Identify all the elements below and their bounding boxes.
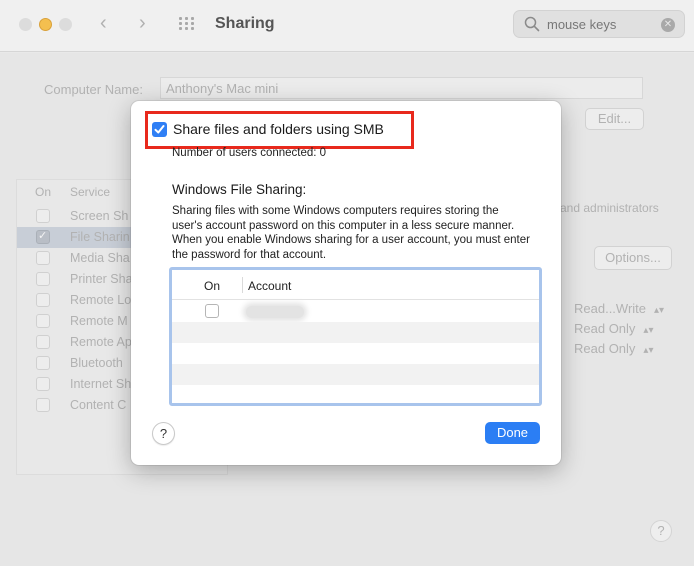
options-button[interactable]: Options... [594, 246, 672, 270]
back-arrow-icon[interactable]: ‹ [100, 12, 107, 35]
service-checkbox[interactable] [36, 272, 50, 286]
service-checkbox[interactable] [36, 356, 50, 370]
done-button[interactable]: Done [485, 422, 540, 444]
windows-file-sharing-description: Sharing files with some Windows computer… [172, 205, 530, 261]
windows-accounts-table[interactable]: On Account [169, 267, 542, 406]
smb-options-sheet: Share files and folders using SMB Number… [131, 101, 561, 465]
empty-table-row [172, 322, 539, 343]
minimize-window-button[interactable] [39, 18, 52, 31]
service-label: Remote Lo [70, 293, 132, 307]
service-checkbox[interactable] [36, 398, 50, 412]
permission-popup[interactable]: Read...Write ▴▾ [574, 301, 664, 316]
show-all-grid-icon[interactable] [179, 17, 197, 31]
service-label: Remote Ap [70, 335, 132, 349]
title-bar: ‹ › Sharing mouse keys ✕ [0, 0, 694, 52]
service-label: Content C [70, 398, 127, 412]
smb-share-checkbox[interactable] [152, 122, 167, 137]
background-help-button[interactable]: ? [650, 520, 672, 542]
service-checkbox[interactable] [36, 314, 50, 328]
service-label: File Sharin [70, 230, 130, 244]
service-label: Remote M [70, 314, 128, 328]
permission-label: Read...Write [574, 301, 647, 316]
service-checkbox[interactable] [36, 335, 50, 349]
window-title: Sharing [215, 15, 275, 32]
account-enable-checkbox[interactable] [205, 304, 219, 318]
admin-permission-text: and administrators [560, 201, 659, 215]
permission-label: Read Only [574, 341, 636, 356]
windows-file-sharing-title: Windows File Sharing: [172, 182, 307, 197]
service-col-on: On [35, 185, 52, 199]
close-window-button[interactable] [19, 18, 32, 31]
empty-table-row [172, 385, 539, 403]
service-col-service: Service [70, 185, 111, 199]
checkmark-icon [154, 125, 165, 134]
search-field[interactable]: mouse keys ✕ [513, 10, 685, 38]
empty-table-row [172, 364, 539, 385]
permission-label: Read Only [574, 321, 636, 336]
permission-popup[interactable]: Read Only ▴▾ [574, 321, 653, 336]
popup-arrows-icon: ▴▾ [643, 345, 654, 356]
service-checkbox[interactable] [36, 293, 50, 307]
accounts-col-on: On [204, 279, 221, 293]
smb-share-label: Share files and folders using SMB [173, 121, 384, 137]
zoom-window-button[interactable] [59, 18, 72, 31]
permission-popup[interactable]: Read Only ▴▾ [574, 341, 653, 356]
help-button[interactable]: ? [152, 422, 175, 445]
popup-arrows-icon: ▴▾ [643, 325, 654, 336]
clear-search-icon[interactable]: ✕ [661, 18, 675, 32]
checkmark-icon: ✓ [38, 230, 48, 242]
service-label: Screen Sh [70, 209, 129, 223]
forward-arrow-icon[interactable]: › [139, 12, 146, 35]
users-connected-text: Number of users connected: 0 [172, 147, 327, 159]
accounts-table-header: On Account [172, 270, 539, 300]
column-divider [242, 277, 243, 293]
computer-name-field[interactable]: Anthony's Mac mini [160, 77, 643, 99]
service-label: Bluetooth [70, 356, 123, 370]
service-label: Printer Sha [70, 272, 133, 286]
service-checkbox[interactable] [36, 209, 50, 223]
service-label: Media Sha [70, 251, 130, 265]
service-label: Internet Sh [70, 377, 132, 391]
search-input[interactable]: mouse keys [547, 17, 616, 32]
account-row[interactable] [172, 301, 539, 322]
accounts-col-account: Account [248, 279, 292, 293]
service-checkbox[interactable] [36, 251, 50, 265]
empty-table-row [172, 343, 539, 364]
redacted-account-name [246, 306, 304, 318]
popup-arrows-icon: ▴▾ [654, 305, 665, 316]
service-checkbox[interactable]: ✓ [36, 230, 50, 244]
computer-name-label: Computer Name: [44, 82, 143, 97]
service-checkbox[interactable] [36, 377, 50, 391]
edit-button[interactable]: Edit... [585, 108, 644, 130]
search-icon [524, 16, 540, 32]
